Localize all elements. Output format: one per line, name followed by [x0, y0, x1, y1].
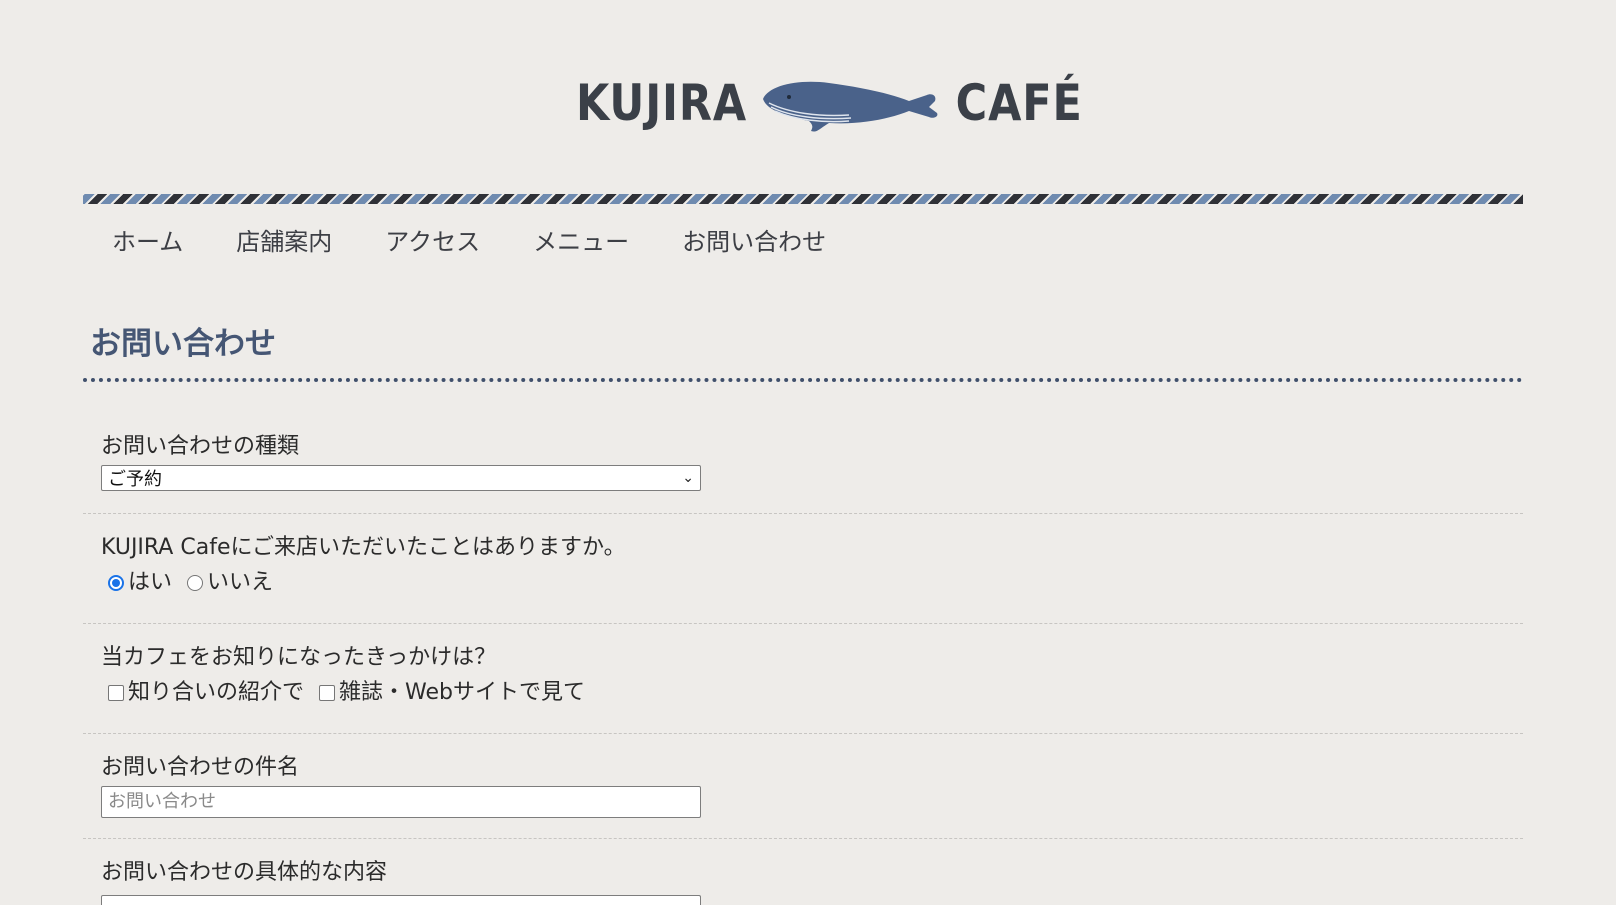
contact-form: お問い合わせの種類 ご予約 ⌄ KUJIRA Cafeにご来店いただいたことはあ…: [83, 418, 1523, 905]
page-title: お問い合わせ: [90, 326, 276, 362]
logo-word-kujira: KUJIRA: [576, 74, 748, 132]
nav-item-contact[interactable]: お問い合わせ: [682, 222, 826, 262]
form-group-detail: お問い合わせの具体的な内容: [83, 839, 1523, 905]
logo-word-cafe: CAFÉ: [955, 74, 1083, 132]
subject-input[interactable]: お問い合わせ: [101, 786, 701, 818]
type-label: お問い合わせの種類: [101, 434, 300, 459]
type-select-value: ご予約: [108, 469, 162, 490]
visited-yes-label[interactable]: はい: [128, 568, 172, 598]
title-dotted-divider: [83, 378, 1523, 382]
visited-label: KUJIRA Cafeにご来店いただいたことはありますか。: [101, 535, 626, 560]
nav-item-store-info[interactable]: 店舗案内: [236, 222, 332, 262]
whale-icon: [762, 81, 938, 132]
site-logo[interactable]: KUJIRA CAFÉ: [576, 68, 1083, 138]
detail-textarea[interactable]: [101, 895, 701, 905]
chevron-down-icon: ⌄: [682, 470, 694, 486]
source-media-label[interactable]: 雑誌・Webサイトで見て: [339, 678, 585, 708]
nav-item-access[interactable]: アクセス: [385, 222, 480, 262]
source-media-checkbox[interactable]: [319, 685, 336, 701]
subject-label: お問い合わせの件名: [101, 755, 300, 780]
source-referral-checkbox[interactable]: [108, 685, 124, 701]
main-nav: ホーム 店舗案内 アクセス メニュー お問い合わせ: [112, 222, 879, 262]
source-label: 当カフェをお知りになったきっかけは？: [101, 645, 497, 670]
source-options: 知り合いの紹介で 雑誌・Webサイトで見て: [101, 678, 1505, 708]
source-referral-label[interactable]: 知り合いの紹介で: [128, 678, 304, 708]
page: KUJIRA CAFÉ ホーム 店舗案内 アクセス メニュー お問い合わせ お問…: [0, 0, 1616, 905]
detail-label: お問い合わせの具体的な内容: [101, 860, 388, 885]
form-group-type: お問い合わせの種類 ご予約 ⌄: [83, 418, 1523, 514]
type-select[interactable]: ご予約 ⌄: [101, 465, 701, 491]
header-stripe-divider: [83, 194, 1523, 204]
form-group-visited: KUJIRA Cafeにご来店いただいたことはありますか。 はい いいえ: [83, 514, 1523, 624]
nav-item-home[interactable]: ホーム: [112, 222, 183, 262]
visited-yes-radio[interactable]: [108, 575, 124, 591]
nav-item-menu[interactable]: メニュー: [533, 222, 629, 262]
visited-options: はい いいえ: [101, 568, 1505, 598]
form-group-source: 当カフェをお知りになったきっかけは？ 知り合いの紹介で 雑誌・Webサイトで見て: [83, 624, 1523, 734]
visited-no-radio[interactable]: [187, 575, 204, 591]
form-group-subject: お問い合わせの件名 お問い合わせ: [83, 734, 1523, 839]
visited-no-label[interactable]: いいえ: [207, 568, 273, 598]
